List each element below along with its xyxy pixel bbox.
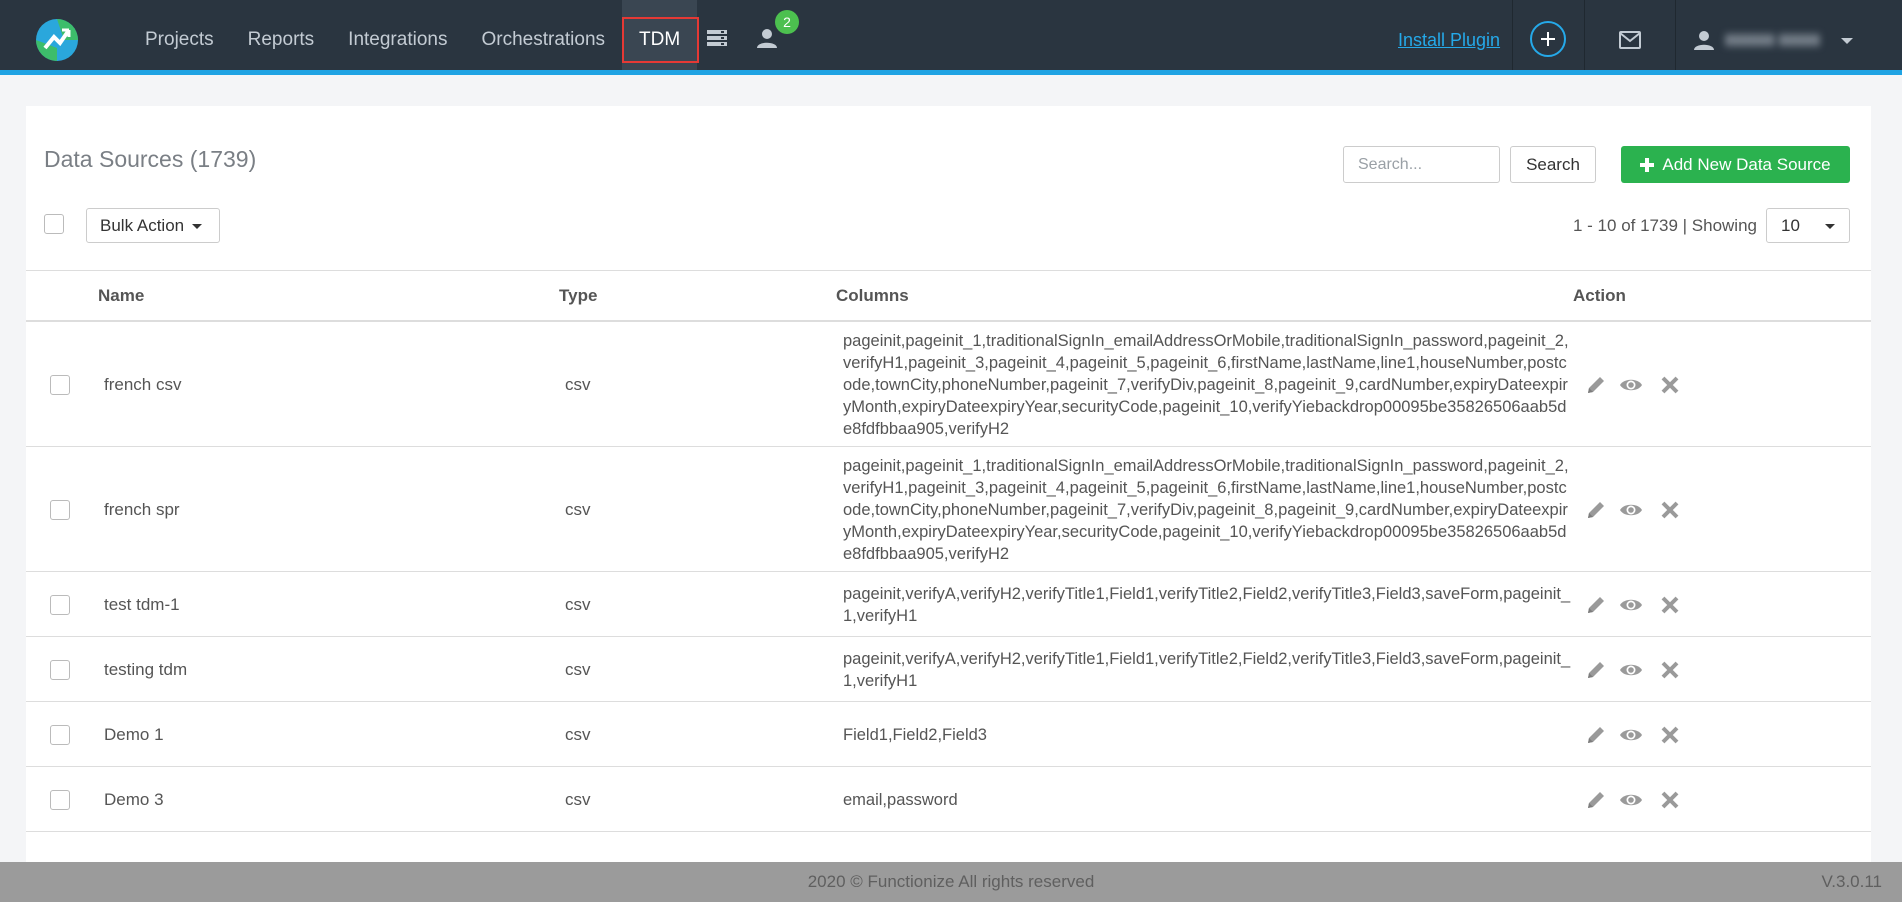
plus-icon [1640, 157, 1655, 172]
footer: 2020 © Functionize All rights reserved V… [0, 862, 1902, 902]
chevron-down-icon[interactable] [1841, 38, 1853, 44]
delete-x-icon[interactable] [1658, 498, 1682, 522]
search-input[interactable] [1343, 146, 1500, 183]
delete-x-icon[interactable] [1658, 593, 1682, 617]
header-columns[interactable]: Columns [836, 286, 909, 306]
view-eye-icon[interactable] [1619, 788, 1643, 812]
bulk-action-dropdown[interactable]: Bulk Action [86, 208, 220, 243]
nav-projects[interactable]: Projects [128, 0, 231, 70]
nav-integrations[interactable]: Integrations [331, 0, 464, 70]
server-stack-icon[interactable] [705, 26, 729, 50]
delete-x-icon[interactable] [1658, 373, 1682, 397]
table-row: Demo 1 csv Field1,Field2,Field3 [26, 702, 1871, 767]
nav-divider [1512, 0, 1513, 70]
view-eye-icon[interactable] [1619, 373, 1643, 397]
bulk-action-label: Bulk Action [100, 215, 185, 235]
caret-down-icon [1825, 224, 1835, 229]
nav-reports[interactable]: Reports [231, 0, 332, 70]
row-name: Demo 3 [104, 789, 164, 809]
nav-divider [1584, 0, 1585, 70]
row-checkbox[interactable] [50, 594, 70, 615]
row-type: csv [565, 594, 591, 614]
page-size-select[interactable]: 10 [1766, 208, 1850, 243]
row-columns: pageinit,verifyA,verifyH2,verifyTitle1,F… [843, 649, 1571, 690]
page-title: Data Sources (1739) [44, 146, 257, 172]
tdm-highlight-box [622, 17, 700, 63]
delete-x-icon[interactable] [1658, 723, 1682, 747]
install-plugin-link[interactable]: Install Plugin [1398, 30, 1500, 51]
row-name: testing tdm [104, 659, 188, 679]
view-eye-icon[interactable] [1619, 593, 1643, 617]
add-circle-icon[interactable] [1530, 21, 1566, 57]
edit-pencil-icon[interactable] [1584, 788, 1608, 812]
view-eye-icon[interactable] [1619, 723, 1643, 747]
nav-divider [1675, 0, 1676, 70]
header-type[interactable]: Type [559, 286, 597, 306]
row-type: csv [565, 789, 591, 809]
search-button[interactable]: Search [1510, 146, 1596, 183]
row-type: csv [565, 499, 591, 519]
add-data-source-button[interactable]: Add New Data Source [1621, 146, 1850, 183]
page-size-value: 10 [1781, 216, 1800, 235]
table-row: french spr csv pageinit,pageinit_1,traditi… [26, 447, 1871, 572]
delete-x-icon[interactable] [1658, 788, 1682, 812]
row-columns: pageinit,pageinit_1,traditionalSignIn_em… [843, 331, 1569, 438]
header-name[interactable]: Name [98, 286, 144, 306]
header-action: Action [1573, 286, 1626, 305]
table-row: Demo 3 csv email,password [26, 767, 1871, 832]
row-name: french csv [104, 374, 182, 394]
table-row: test tdm-1 csv pageinit,verifyA,verifyH2,v… [26, 572, 1871, 637]
row-checkbox[interactable] [50, 374, 70, 395]
footer-version: V.3.0.11 [1821, 872, 1882, 891]
row-name: french spr [104, 499, 180, 519]
select-all-checkbox[interactable] [44, 214, 64, 234]
table-row: french csv csv pageinit,pageinit_1,traditi… [26, 322, 1871, 447]
view-eye-icon[interactable] [1619, 658, 1643, 682]
view-eye-icon[interactable] [1619, 498, 1643, 522]
row-checkbox[interactable] [50, 724, 70, 745]
pagination-info: 1 - 10 of 1739 | Showing [1573, 216, 1757, 235]
add-button-label: Add New Data Source [1662, 154, 1831, 174]
edit-pencil-icon[interactable] [1584, 723, 1608, 747]
row-checkbox[interactable] [50, 659, 70, 680]
functionize-logo[interactable] [34, 18, 80, 62]
row-name: test tdm-1 [104, 594, 180, 614]
footer-copyright: 2020 © Functionize All rights reserved [807, 872, 1095, 891]
user-notifications-icon[interactable] [755, 26, 779, 50]
table-row: testing tdm csv pageinit,verifyA,verifyH2,… [26, 637, 1871, 702]
row-columns: Field1,Field2,Field3 [843, 725, 987, 744]
user-name-blurred[interactable]: ▮▮▮▮▮▮ ▮▮▮▮▮ [1725, 30, 1835, 48]
edit-pencil-icon[interactable] [1584, 658, 1608, 682]
edit-pencil-icon[interactable] [1584, 498, 1608, 522]
delete-x-icon[interactable] [1658, 658, 1682, 682]
row-checkbox[interactable] [50, 499, 70, 520]
row-type: csv [565, 374, 591, 394]
notification-badge: 2 [775, 10, 799, 34]
edit-pencil-icon[interactable] [1584, 373, 1608, 397]
row-checkbox[interactable] [50, 789, 70, 810]
table-header: Name Type Columns Action [26, 270, 1871, 322]
row-name: Demo 1 [104, 724, 164, 744]
row-columns: pageinit,pageinit_1,traditionalSignIn_em… [843, 456, 1569, 563]
caret-down-icon [192, 223, 203, 229]
row-type: csv [565, 724, 591, 744]
row-type: csv [565, 659, 591, 679]
table-body: french csv csv pageinit,pageinit_1,traditi… [26, 322, 1871, 832]
nav-orchestrations[interactable]: Orchestrations [464, 0, 622, 70]
nav-tdm[interactable]: TDM [622, 0, 700, 70]
row-columns: pageinit,verifyA,verifyH2,verifyTitle1,F… [843, 584, 1571, 625]
edit-pencil-icon[interactable] [1584, 593, 1608, 617]
top-navbar: Projects Reports Integrations Orchestrat… [0, 0, 1902, 75]
envelope-icon[interactable] [1618, 28, 1642, 52]
row-columns: email,password [843, 790, 958, 809]
data-sources-card: Data Sources (1739) Search Add New Data … [26, 106, 1871, 866]
user-avatar-icon[interactable] [1692, 28, 1716, 52]
